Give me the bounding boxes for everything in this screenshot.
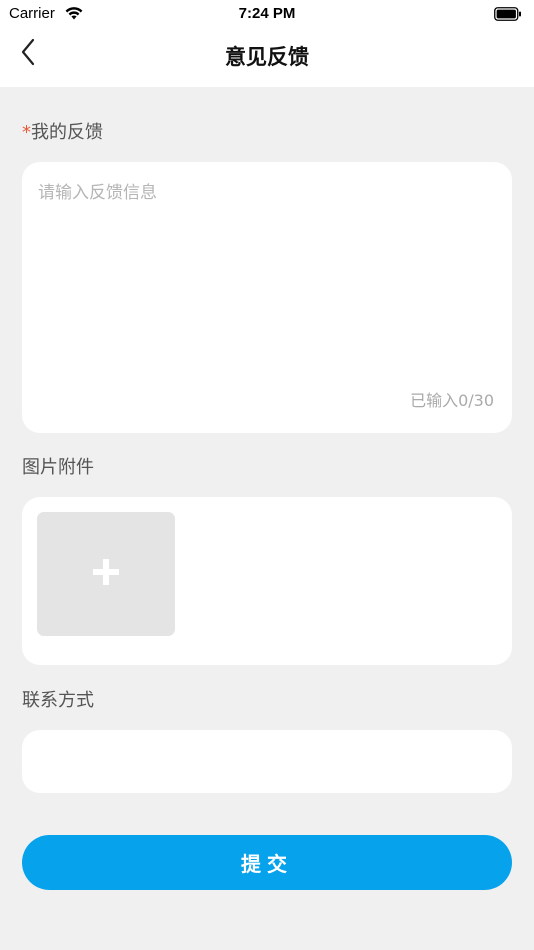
contact-input[interactable] — [38, 730, 496, 793]
status-bar: Carrier 7:24 PM — [0, 0, 534, 28]
attachments-card — [22, 497, 512, 665]
feedback-textarea[interactable] — [38, 178, 496, 378]
feedback-card: 已输入0/30 — [22, 162, 512, 433]
page-title: 意见反馈 — [225, 45, 309, 69]
battery-icon — [494, 6, 522, 25]
contact-label: 联系方式 — [22, 690, 94, 711]
submit-button[interactable]: 提交 — [22, 835, 512, 890]
feedback-label: *我的反馈 — [22, 118, 103, 144]
char-counter: 已输入0/30 — [410, 391, 494, 410]
add-image-button[interactable] — [37, 512, 175, 636]
nav-bar: 意见反馈 — [0, 28, 534, 87]
required-mark: * — [22, 122, 31, 143]
feedback-label-text: 我的反馈 — [31, 122, 103, 143]
attachments-label: 图片附件 — [22, 457, 94, 478]
status-time: 7:24 PM — [238, 5, 296, 22]
plus-icon — [93, 559, 119, 589]
contact-card — [22, 730, 512, 793]
